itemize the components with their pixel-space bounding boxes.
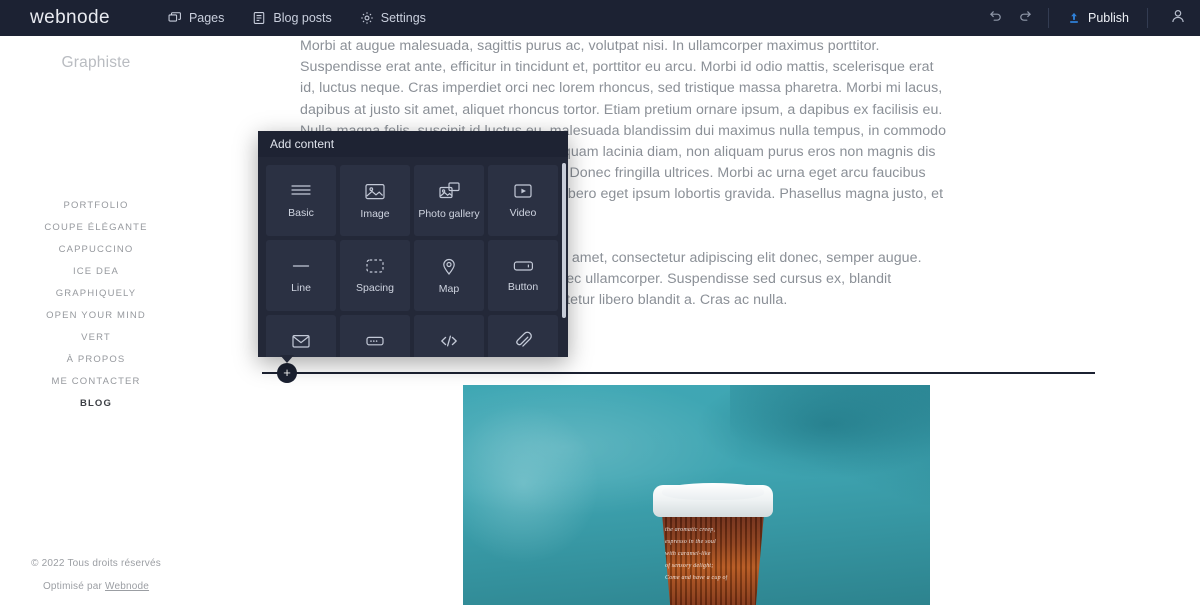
tile-button-label: Button: [507, 281, 539, 293]
user-icon: [1170, 8, 1186, 29]
webnode-logo[interactable]: webnode: [30, 7, 110, 29]
cup-text-line-3: with caramel-like: [665, 551, 711, 557]
add-content-panel-title: Add content: [258, 131, 568, 157]
image-icon: [364, 182, 386, 201]
site-canvas: Graphiste PORTFOLIO COUPE ÉLÉGANTE CAPPU…: [0, 36, 1200, 605]
tile-html[interactable]: HTML: [414, 315, 484, 357]
add-content-panel-caret: [280, 355, 294, 363]
tile-spacing-label: Spacing: [356, 282, 394, 294]
redo-icon: [1018, 8, 1033, 28]
sidebar-item-open-your-mind[interactable]: OPEN YOUR MIND: [46, 305, 146, 327]
tile-line-label: Line: [291, 282, 311, 294]
publish-button[interactable]: Publish: [1057, 0, 1139, 36]
cup-text-line-4: of sensory delight;: [665, 563, 714, 569]
cup-lid-top: [662, 483, 764, 500]
gear-icon: [360, 11, 374, 25]
add-content-panel-scrollbar[interactable]: [562, 163, 566, 318]
tile-file[interactable]: File: [488, 315, 558, 357]
tile-image[interactable]: Image: [340, 165, 410, 236]
add-content-panel[interactable]: Add content Basic Image Photo gallery Vi…: [258, 131, 568, 357]
topbar-item-settings-label: Settings: [380, 11, 426, 25]
app-topbar: webnode Pages Blog posts Settings Publis…: [0, 0, 1200, 36]
site-sidebar: Graphiste PORTFOLIO COUPE ÉLÉGANTE CAPPU…: [0, 36, 192, 605]
footer-copyright: © 2022 Tous droits réservés: [31, 558, 161, 569]
code-icon: [438, 332, 460, 350]
sidebar-item-cappuccino[interactable]: CAPPUCCINO: [59, 239, 134, 261]
tile-line[interactable]: Line: [266, 240, 336, 311]
topbar-item-blog-posts[interactable]: Blog posts: [250, 7, 333, 29]
tile-photo-gallery[interactable]: Photo gallery: [414, 165, 484, 236]
topbar-item-pages-label: Pages: [188, 11, 225, 25]
footer-powered-by: Optimisé par Webnode: [0, 575, 192, 598]
video-icon: [512, 182, 534, 200]
tile-form-label: Form: [363, 355, 388, 357]
envelope-icon: [290, 332, 312, 350]
account-button[interactable]: [1156, 0, 1200, 36]
tile-spacing[interactable]: Spacing: [340, 240, 410, 311]
tile-contact[interactable]: Contact: [266, 315, 336, 357]
redo-button[interactable]: [1010, 0, 1040, 36]
footer-webnode-link[interactable]: Webnode: [105, 581, 149, 592]
footer-powered-prefix: Optimisé par: [42, 581, 106, 592]
sidebar-item-blog[interactable]: BLOG: [80, 393, 112, 415]
coffee-cup-graphic: the aromatic creep, espresso in the soul…: [653, 483, 773, 605]
dashed-box-icon: [364, 257, 386, 275]
tile-image-label: Image: [360, 207, 390, 220]
hero-image[interactable]: the aromatic creep, espresso in the soul…: [463, 385, 930, 605]
lines-icon: [290, 182, 312, 200]
topbar-item-blog-posts-label: Blog posts: [273, 11, 332, 25]
tile-map[interactable]: Map: [414, 240, 484, 311]
tile-map-label: Map: [438, 283, 460, 295]
undo-button[interactable]: [980, 0, 1010, 36]
sidebar-item-portfolio[interactable]: PORTFOLIO: [63, 195, 128, 217]
tile-video-label: Video: [509, 207, 537, 219]
form-field-icon: [364, 334, 386, 348]
add-content-tile-grid: Basic Image Photo gallery Video Line Spa…: [258, 157, 568, 357]
upload-icon: [1067, 11, 1081, 25]
tile-button[interactable]: Button: [488, 240, 558, 311]
cup-text-line-1: the aromatic creep,: [665, 527, 716, 533]
horizontal-line-icon: [290, 257, 312, 275]
undo-icon: [988, 8, 1003, 28]
sidebar-item-graphiquely[interactable]: GRAPHIQUELY: [56, 283, 137, 305]
site-title: Graphiste: [61, 54, 131, 71]
tile-photo-gallery-label: Photo gallery: [418, 208, 480, 220]
site-navigation: PORTFOLIO COUPE ÉLÉGANTE CAPPUCCINO ICE …: [0, 195, 192, 415]
sidebar-item-coupe-elegante[interactable]: COUPE ÉLÉGANTE: [44, 217, 147, 239]
sidebar-item-ice-dea[interactable]: ICE DEA: [73, 261, 119, 283]
tile-basic[interactable]: Basic: [266, 165, 336, 236]
hero-background-highlight: [463, 385, 613, 605]
button-icon: [512, 258, 535, 274]
topbar-divider: [1048, 8, 1049, 28]
topbar-right-actions: Publish: [980, 0, 1200, 36]
cup-text-line-5: Come and have a cup of: [665, 575, 728, 581]
topbar-item-settings[interactable]: Settings: [358, 7, 428, 29]
document-icon: [252, 11, 266, 25]
topbar-item-pages[interactable]: Pages: [166, 7, 226, 29]
cup-text-line-2: espresso in the soul: [665, 539, 716, 545]
tile-basic-label: Basic: [288, 207, 314, 219]
sidebar-item-vert[interactable]: VERT: [81, 327, 111, 349]
site-footer: © 2022 Tous droits réservés Optimisé par…: [0, 552, 192, 598]
publish-button-label: Publish: [1088, 11, 1129, 25]
topbar-nav: Pages Blog posts Settings: [166, 7, 428, 29]
tile-video[interactable]: Video: [488, 165, 558, 236]
tile-form[interactable]: Form: [340, 315, 410, 357]
pages-icon: [168, 11, 182, 25]
map-pin-icon: [439, 256, 459, 276]
sidebar-item-me-contacter[interactable]: ME CONTACTER: [51, 371, 140, 393]
topbar-divider-2: [1147, 8, 1148, 28]
photo-gallery-icon: [438, 181, 461, 201]
sidebar-item-a-propos[interactable]: À PROPOS: [67, 349, 126, 371]
paperclip-icon: [513, 331, 533, 351]
insert-position-line: [262, 372, 1095, 374]
add-content-plus-button[interactable]: +: [277, 363, 297, 383]
